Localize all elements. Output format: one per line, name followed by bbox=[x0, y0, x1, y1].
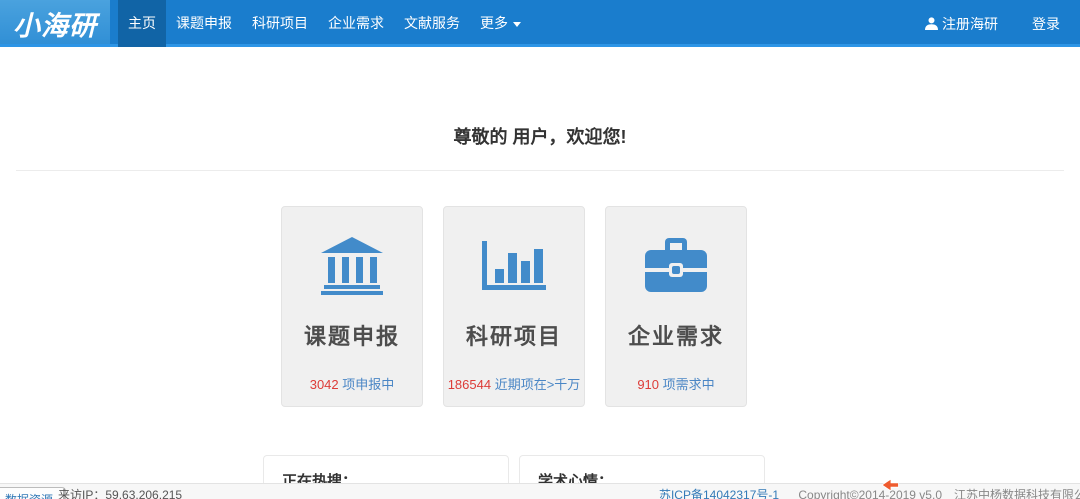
nav-item-research-projects[interactable]: 科研项目 bbox=[242, 0, 318, 47]
register-link[interactable]: 注册海研 bbox=[925, 14, 998, 34]
card-topic-application[interactable]: 课题申报 3042 项申报中 bbox=[281, 206, 423, 407]
stat-suffix: 项需求中 bbox=[663, 377, 715, 392]
auth-links: 注册海研 登录 bbox=[891, 0, 1080, 47]
main-nav: 主页 课题申报 科研项目 企业需求 文献服务 更多 bbox=[118, 0, 531, 47]
briefcase-icon bbox=[606, 236, 746, 296]
card-stat: 3042 项申报中 bbox=[282, 374, 422, 393]
stat-count: 186544 bbox=[448, 377, 491, 392]
nav-more-label: 更多 bbox=[480, 15, 508, 31]
welcome-message: 尊敬的 用户，欢迎您! bbox=[0, 123, 1080, 149]
stat-cards-row: 课题申报 3042 项申报中 科研项目 186544 近期项在>千万 bbox=[0, 206, 1080, 407]
card-enterprise-needs[interactable]: 企业需求 910 项需求中 bbox=[605, 206, 747, 407]
top-navbar: 小海研 主页 课题申报 科研项目 企业需求 文献服务 更多 注册海研 登录 bbox=[0, 0, 1080, 47]
copyright-text: Copyright©2014-2019 v5.0 江苏中杨数据科技有限公 bbox=[798, 488, 1080, 499]
login-link[interactable]: 登录 bbox=[1032, 14, 1060, 34]
nav-item-enterprise-needs[interactable]: 企业需求 bbox=[318, 0, 394, 47]
visitor-ip: 来访IP：59.63.206.215 bbox=[58, 486, 182, 499]
stat-suffix: 项申报中 bbox=[342, 377, 394, 392]
nav-item-home[interactable]: 主页 bbox=[118, 0, 166, 47]
footer-right-group: 苏ICP备14042317号-1 Copyright©2014-2019 v5.… bbox=[659, 486, 1080, 499]
footer-badge-button[interactable]: 数据资源 bbox=[0, 487, 66, 499]
visitor-ip-value: 59.63.206.215 bbox=[105, 488, 182, 499]
icp-link[interactable]: 苏ICP备14042317号-1 bbox=[659, 488, 779, 499]
card-title: 课题申报 bbox=[282, 319, 422, 351]
register-label: 注册海研 bbox=[942, 14, 998, 34]
stat-count: 3042 bbox=[310, 377, 339, 392]
card-research-projects[interactable]: 科研项目 186544 近期项在>千万 bbox=[443, 206, 585, 407]
card-stat: 186544 近期项在>千万 bbox=[444, 374, 584, 393]
user-icon bbox=[925, 17, 938, 30]
section-divider bbox=[16, 170, 1064, 171]
bar-chart-icon bbox=[444, 236, 584, 296]
chevron-down-icon bbox=[513, 22, 521, 27]
nav-item-literature-services[interactable]: 文献服务 bbox=[394, 0, 470, 47]
brand-logo[interactable]: 小海研 bbox=[0, 0, 110, 47]
card-title: 科研项目 bbox=[444, 319, 584, 351]
bank-icon bbox=[282, 236, 422, 296]
stat-count: 910 bbox=[637, 377, 659, 392]
card-title: 企业需求 bbox=[606, 319, 746, 351]
visitor-ip-label: 来访IP： bbox=[58, 488, 105, 499]
nav-item-more[interactable]: 更多 bbox=[470, 0, 531, 47]
login-label: 登录 bbox=[1032, 14, 1060, 34]
nav-item-topic-application[interactable]: 课题申报 bbox=[166, 0, 242, 47]
stat-suffix: 近期项在>千万 bbox=[495, 377, 581, 392]
card-stat: 910 项需求中 bbox=[606, 374, 746, 393]
footer-bar: 数据资源 来访IP：59.63.206.215 苏ICP备14042317号-1… bbox=[0, 483, 1080, 499]
